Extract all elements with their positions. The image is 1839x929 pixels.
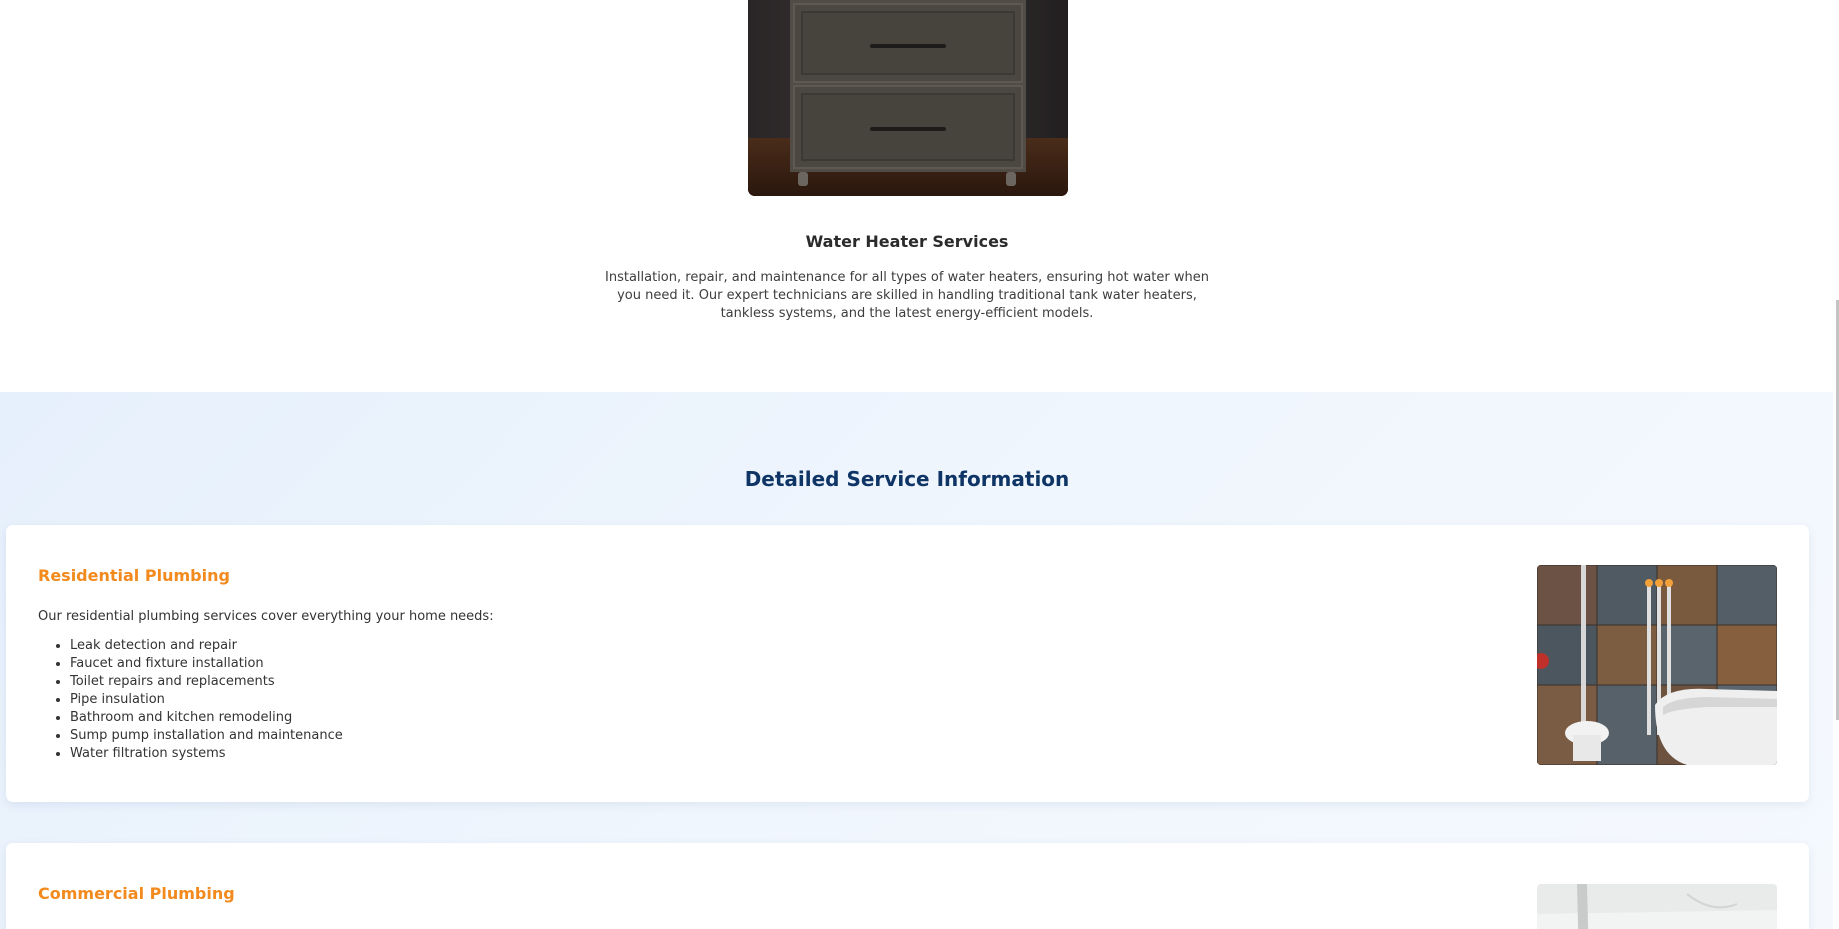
list-item: Faucet and fixture installation [70,655,343,673]
water-heater-service-section: Water Heater Services Installation, repa… [0,0,1839,392]
list-item: Sump pump installation and maintenance [70,727,343,745]
list-item: Water filtration systems [70,745,343,763]
list-item: Leak detection and repair [70,637,343,655]
list-item: Toilet repairs and replacements [70,673,343,691]
service-description: Installation, repair, and maintenance fo… [605,270,1209,321]
page: Water Heater Services Installation, repa… [0,0,1839,929]
list-item: Bathroom and kitchen remodeling [70,709,343,727]
card-title: Residential Plumbing [38,566,230,585]
section-heading: Detailed Service Information [744,467,1070,491]
list-item: Pipe insulation [70,691,343,709]
commercial-bathroom-image [1537,884,1777,929]
service-title: Water Heater Services [805,232,1009,251]
service-card-residential: Residential Plumbing Our residential plu… [6,525,1809,802]
service-card-commercial: Commercial Plumbing [6,843,1809,929]
bathroom-image [1537,565,1777,765]
card-intro: Our residential plumbing services cover … [38,609,494,624]
detailed-service-section: Detailed Service Information Residential… [0,392,1839,929]
card-title: Commercial Plumbing [38,884,235,903]
water-heater-cabinet-image [748,0,1068,196]
scrollbar[interactable] [1833,0,1839,929]
service-list: Leak detection and repair Faucet and fix… [38,637,343,763]
